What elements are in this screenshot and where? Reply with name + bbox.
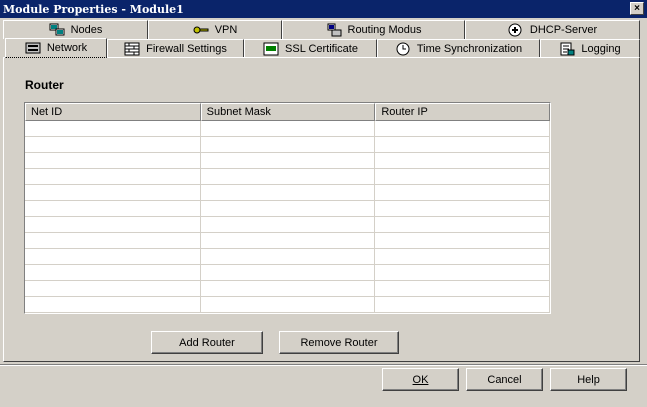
tab-nodes[interactable]: Nodes	[3, 20, 148, 39]
table-row[interactable]	[25, 233, 550, 249]
logging-icon	[559, 42, 575, 56]
column-header-net-id[interactable]: Net ID	[25, 103, 201, 121]
table-cell[interactable]	[200, 233, 376, 249]
table-cell[interactable]	[200, 265, 376, 281]
cancel-label: Cancel	[487, 373, 522, 386]
table-cell[interactable]	[200, 169, 376, 185]
table-cell[interactable]	[375, 297, 550, 313]
tab-label: Routing Modus	[347, 24, 422, 36]
title-bar: Module Properties - Module1 ×	[0, 0, 647, 18]
table-row[interactable]	[25, 249, 550, 265]
table-cell[interactable]	[375, 121, 550, 137]
ok-label: OK	[412, 373, 429, 386]
clock-icon	[395, 42, 411, 56]
table-cell[interactable]	[200, 201, 376, 217]
table-cell[interactable]	[25, 217, 201, 233]
tab-time-synchronization[interactable]: Time Synchronization	[377, 39, 540, 58]
dhcp-server-icon	[508, 23, 524, 37]
router-table[interactable]: Net ID Subnet Mask Router IP	[24, 102, 551, 314]
table-row[interactable]	[25, 201, 550, 217]
table-row[interactable]	[25, 121, 550, 137]
table-cell[interactable]	[25, 265, 201, 281]
table-row[interactable]	[25, 185, 550, 201]
routing-icon	[326, 23, 342, 37]
table-cell[interactable]	[25, 201, 201, 217]
tab-ssl-certificate[interactable]: SSL Certificate	[244, 39, 377, 58]
tab-label: Logging	[581, 43, 621, 55]
table-cell[interactable]	[375, 281, 550, 297]
table-row[interactable]	[25, 169, 550, 185]
tab-vpn[interactable]: VPN	[148, 20, 282, 39]
table-row[interactable]	[25, 137, 550, 153]
table-cell[interactable]	[25, 297, 201, 313]
firewall-icon	[124, 42, 140, 56]
window-title: Module Properties - Module1	[3, 3, 184, 16]
table-cell[interactable]	[375, 217, 550, 233]
table-row[interactable]	[25, 297, 550, 313]
table-cell[interactable]	[25, 185, 201, 201]
cancel-button[interactable]: Cancel	[466, 368, 543, 391]
tab-routing-modus[interactable]: Routing Modus	[282, 20, 465, 39]
vpn-key-icon	[193, 23, 209, 37]
close-icon: ×	[634, 3, 640, 14]
table-cell[interactable]	[25, 137, 201, 153]
table-header: Net ID Subnet Mask Router IP	[25, 103, 550, 121]
tab-label: Network	[46, 42, 88, 54]
remove-router-button[interactable]: Remove Router	[279, 331, 399, 354]
tab-label: DHCP-Server	[529, 24, 598, 36]
table-row[interactable]	[25, 281, 550, 297]
table-cell[interactable]	[375, 265, 550, 281]
tab-label: Firewall Settings	[146, 43, 227, 55]
table-cell[interactable]	[200, 153, 376, 169]
network-card-icon	[25, 41, 41, 55]
tab-label: VPN	[214, 24, 238, 36]
tab-label: SSL Certificate	[285, 43, 358, 55]
table-cell[interactable]	[25, 281, 201, 297]
help-button[interactable]: Help	[550, 368, 627, 391]
column-header-router-ip[interactable]: Router IP	[375, 103, 550, 121]
tab-firewall-settings[interactable]: Firewall Settings	[107, 39, 244, 58]
table-cell[interactable]	[25, 249, 201, 265]
table-cell[interactable]	[25, 153, 201, 169]
certificate-icon	[263, 42, 279, 56]
table-row[interactable]	[25, 217, 550, 233]
table-cell[interactable]	[25, 121, 201, 137]
network-nodes-icon	[49, 23, 65, 37]
table-cell[interactable]	[375, 137, 550, 153]
table-cell[interactable]	[200, 217, 376, 233]
table-cell[interactable]	[25, 233, 201, 249]
table-cell[interactable]	[375, 201, 550, 217]
table-cell[interactable]	[200, 297, 376, 313]
column-header-subnet-mask[interactable]: Subnet Mask	[200, 103, 376, 121]
router-section-title: Router	[25, 78, 64, 92]
tab-label: Nodes	[70, 24, 103, 36]
table-cell[interactable]	[25, 169, 201, 185]
tab-label: Time Synchronization	[416, 43, 523, 55]
table-cell[interactable]	[200, 121, 376, 137]
tab-logging[interactable]: Logging	[540, 39, 640, 58]
table-cell[interactable]	[375, 233, 550, 249]
add-router-button[interactable]: Add Router	[151, 331, 263, 354]
footer-separator	[0, 364, 647, 366]
table-cell[interactable]	[200, 281, 376, 297]
ok-button[interactable]: OK	[382, 368, 459, 391]
table-cell[interactable]	[200, 137, 376, 153]
tab-network[interactable]: Network	[5, 38, 107, 58]
table-cell[interactable]	[375, 153, 550, 169]
help-label: Help	[577, 373, 600, 386]
module-properties-window: Module Properties - Module1 × Nodes VPN …	[0, 0, 647, 407]
tab-dhcp-server[interactable]: DHCP-Server	[465, 20, 640, 39]
table-row[interactable]	[25, 153, 550, 169]
table-cell[interactable]	[375, 249, 550, 265]
table-cell[interactable]	[375, 185, 550, 201]
table-cell[interactable]	[375, 169, 550, 185]
table-cell[interactable]	[200, 249, 376, 265]
table-row[interactable]	[25, 265, 550, 281]
close-button[interactable]: ×	[630, 2, 644, 15]
table-cell[interactable]	[200, 185, 376, 201]
table-body	[25, 121, 550, 313]
